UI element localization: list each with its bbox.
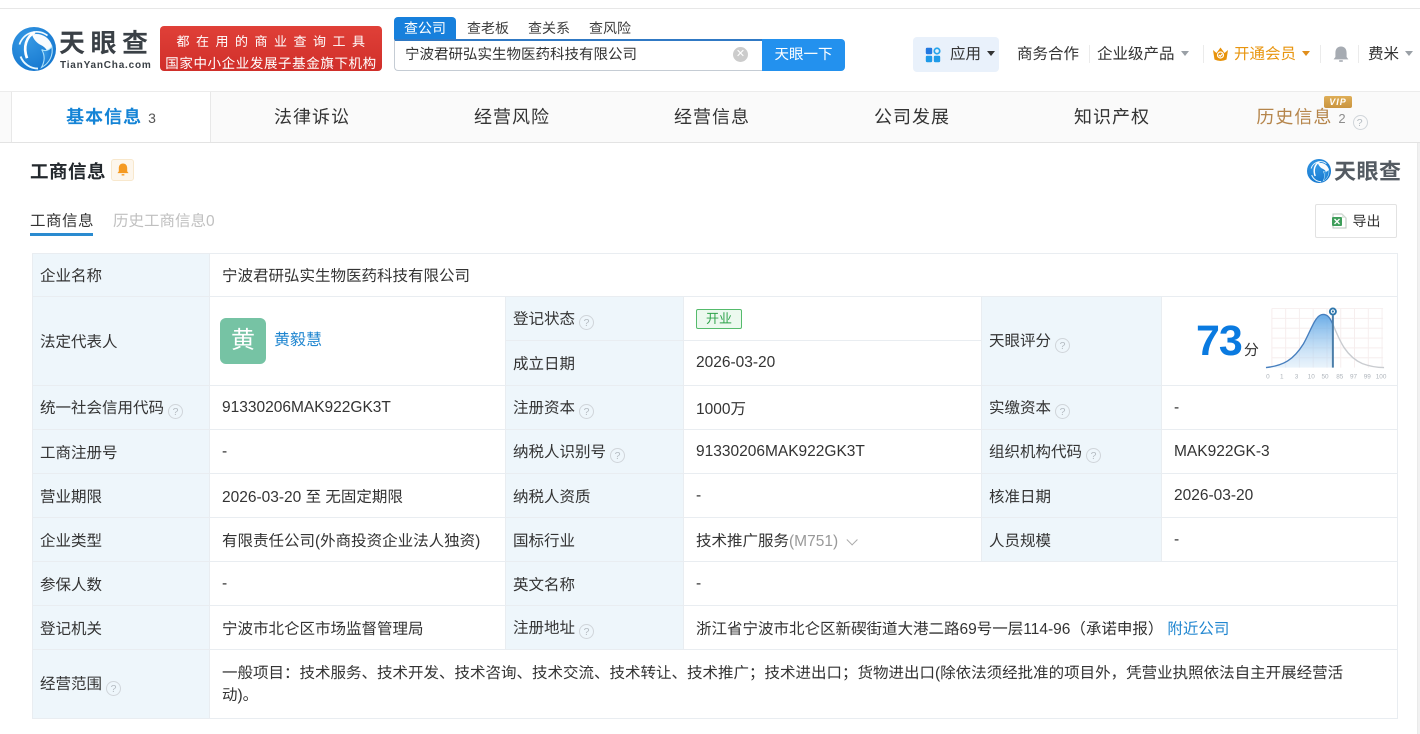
svg-text:100: 100	[1376, 373, 1387, 380]
svg-text:0: 0	[1266, 373, 1270, 380]
svg-text:10: 10	[1308, 373, 1316, 380]
svg-text:50: 50	[1321, 373, 1329, 380]
svg-text:3: 3	[1295, 373, 1299, 380]
svg-text:85: 85	[1336, 373, 1344, 380]
svg-text:97: 97	[1350, 373, 1358, 380]
svg-text:1: 1	[1280, 373, 1284, 380]
svg-text:99: 99	[1364, 373, 1372, 380]
